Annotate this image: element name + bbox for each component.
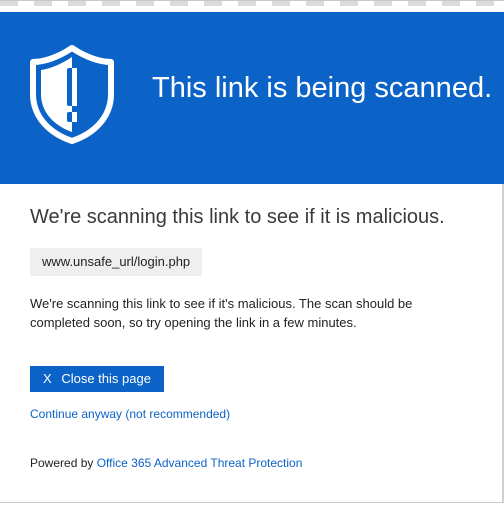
page-heading: We're scanning this link to see if it is… [30, 206, 445, 228]
powered-by-prefix: Powered by [30, 456, 94, 470]
atp-link[interactable]: Office 365 Advanced Threat Protection [97, 456, 303, 470]
header-banner: This link is being scanned. [0, 12, 504, 184]
bottom-divider [0, 502, 504, 503]
scan-description: We're scanning this link to see if it's … [30, 296, 413, 330]
scan-content: We're scanning this link to see if it is… [0, 184, 504, 502]
banner-title: This link is being scanned. [152, 72, 493, 104]
continue-anyway-link[interactable]: Continue anyway (not recommended) [30, 407, 230, 421]
window-top-frame [0, 0, 504, 12]
close-icon: X [43, 371, 52, 386]
close-page-button[interactable]: X Close this page [30, 366, 164, 392]
scanned-url: www.unsafe_url/login.php [30, 248, 203, 276]
shield-exclamation-icon [30, 45, 114, 144]
powered-by: Powered by Office 365 Advanced Threat Pr… [30, 456, 302, 470]
close-page-label: Close this page [61, 371, 151, 386]
top-divider [0, 0, 504, 1]
